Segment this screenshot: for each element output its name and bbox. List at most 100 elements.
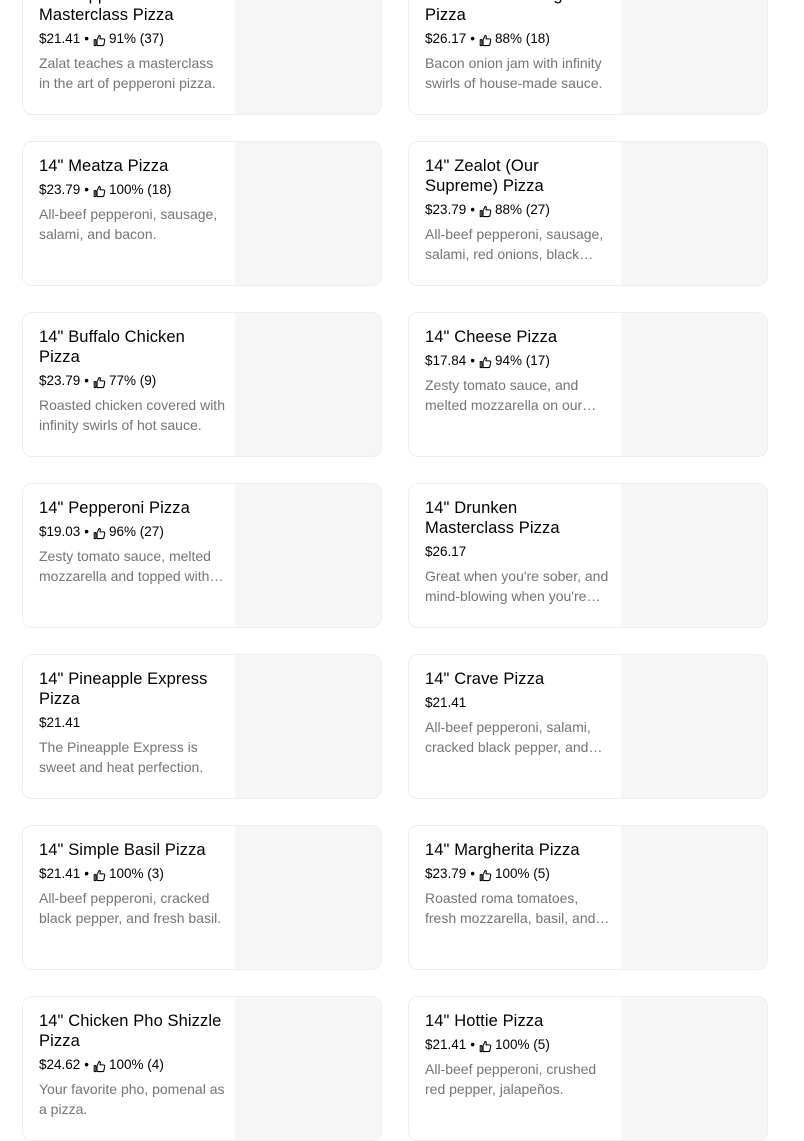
thumbs-up-icon <box>93 868 106 881</box>
menu-item-info: 14" Sweet Revenge Pizza $26.17• 88% (18) Ba… <box>425 0 611 93</box>
menu-item-rating: 100% (5) <box>495 1037 550 1052</box>
menu-item-image[interactable] <box>621 0 767 114</box>
menu-item-rating: 100% (5) <box>495 866 550 881</box>
menu-item-image[interactable] <box>235 484 381 627</box>
menu-item-card[interactable]: 14" Drunken Masterclass Pizza $26.17 Great… <box>408 483 768 628</box>
menu-item-price: $23.79 <box>39 373 81 388</box>
menu-item-info: 14" Zealot (Our Supreme) Pizza $23.79 • 88%… <box>425 156 611 264</box>
menu-item-rating: 100% (18) <box>109 182 172 197</box>
menu-item-rating: 88% (27) <box>495 202 550 217</box>
menu-item-price: $23.79 <box>425 866 467 881</box>
menu-item-price: $21.41 <box>39 715 81 730</box>
menu-item-rating: 100% (3) <box>109 866 164 881</box>
menu-item-description: Zesty tomato sauce, melted mozzarella an… <box>39 548 211 584</box>
menu-item-image[interactable] <box>621 655 767 798</box>
menu-item-image[interactable] <box>235 826 381 969</box>
menu-item-card[interactable]: 14" Sweet Revenge Pizza $26.17• 88% (18) Ba… <box>408 0 768 115</box>
thumbs-up-icon <box>93 375 106 388</box>
menu-item-info: 14" Pepperoni Pizza $19.03 • 96% (27) Zesty … <box>39 498 225 586</box>
menu-item-card[interactable]: 14" Pepperoni Masterclass Pizza $21.41• 91… <box>22 0 382 115</box>
menu-item-image[interactable] <box>621 313 767 456</box>
menu-item-meta: $23.79 • 100% (18) <box>39 180 225 200</box>
menu-item-price: $23.79 <box>39 182 81 197</box>
meta-separator: • <box>84 182 90 197</box>
menu-item-image[interactable] <box>621 142 767 285</box>
menu-item-image[interactable] <box>235 655 381 798</box>
menu-item-price: $19.03 <box>39 524 81 539</box>
meta-separator: • <box>470 202 476 217</box>
menu-item-price: $26.17 <box>425 544 467 559</box>
menu-item-price: $21.41 <box>39 866 81 881</box>
menu-item-meta: $19.03 • 96% (27) <box>39 522 225 542</box>
menu-item-description: Zesty tomato sauce, and melted mozzarell… <box>425 377 583 413</box>
meta-separator: • <box>84 524 90 539</box>
menu-item-price: $21.41 <box>425 1037 467 1052</box>
menu-item-info: 14" Cheese Pizza $17.84 • 94% (17) Zesty tom… <box>425 327 611 415</box>
menu-item-meta: $23.79 • 77% (9) <box>39 371 225 391</box>
menu-item-title: 14" Pepperoni Masterclass Pizza <box>39 0 174 24</box>
thumbs-up-icon <box>479 204 492 217</box>
menu-item-card[interactable]: 14" Margherita Pizza $23.79 • 100% (5) Roast… <box>408 825 768 970</box>
menu-item-description: All-beef pepperoni, crushed red pepper, … <box>425 1061 597 1097</box>
menu-item-title: 14" Cheese Pizza <box>425 328 558 346</box>
menu-item-price: $21.41 <box>39 31 81 46</box>
menu-item-card[interactable]: 14" Pepperoni Pizza $19.03 • 96% (27) Zesty … <box>22 483 382 628</box>
menu-item-card[interactable]: 14" Meatza Pizza $23.79 • 100% (18) All-beef… <box>22 141 382 286</box>
menu-item-card[interactable]: 14" Crave Pizza $21.41 All-beef pepperoni,… <box>408 654 768 799</box>
menu-item-rating: 91% (37) <box>109 31 164 46</box>
menu-item-title: 14" Simple Basil Pizza <box>39 841 206 859</box>
menu-item-info: 14" Pineapple Express Pizza $21.41 The Pin… <box>39 669 225 777</box>
menu-item-image[interactable] <box>621 484 767 627</box>
menu-item-card[interactable]: 14" Pineapple Express Pizza $21.41 The Pin… <box>22 654 382 799</box>
menu-item-image[interactable] <box>621 826 767 969</box>
menu-item-meta: $21.41 • 100% (5) <box>425 1035 611 1055</box>
menu-item-meta: $23.79 • 100% (5) <box>425 864 611 884</box>
menu-item-description: All-beef pepperoni, sausage, salami, and… <box>39 206 218 242</box>
menu-item-card[interactable]: 14" Chicken Pho Shizzle Pizza $24.62 • 100%… <box>22 996 382 1141</box>
thumbs-up-icon <box>93 526 106 539</box>
thumbs-up-icon <box>479 1039 492 1052</box>
menu-item-card[interactable]: 14" Simple Basil Pizza $21.41 • 100% (3) All… <box>22 825 382 970</box>
menu-item-meta: $17.84 • 94% (17) <box>425 351 611 371</box>
meta-separator: • <box>84 866 90 881</box>
menu-item-card[interactable]: 14" Hottie Pizza $21.41 • 100% (5) All-beef … <box>408 996 768 1141</box>
menu-item-rating: 77% (9) <box>109 373 157 388</box>
menu-item-title: 14" Zealot (Our Supreme) Pizza <box>425 157 544 195</box>
menu-item-info: 14" Drunken Masterclass Pizza $26.17 Great… <box>425 498 611 606</box>
thumbs-up-icon <box>479 868 492 881</box>
menu-item-rating: 94% (17) <box>495 353 550 368</box>
thumbs-up-icon <box>479 355 492 368</box>
menu-item-info: 14" Crave Pizza $21.41 All-beef pepperoni,… <box>425 669 611 757</box>
menu-item-image[interactable] <box>235 0 381 114</box>
meta-separator: • <box>470 353 476 368</box>
menu-item-meta: $26.17 <box>425 542 611 562</box>
menu-item-card[interactable]: 14" Zealot (Our Supreme) Pizza $23.79 • 88%… <box>408 141 768 286</box>
menu-item-rating: 100% (4) <box>109 1057 164 1072</box>
menu-item-title: 14" Sweet Revenge Pizza <box>425 0 572 24</box>
menu-item-meta: $23.79 • 88% (27) <box>425 200 611 220</box>
meta-separator: • <box>84 1057 90 1072</box>
thumbs-up-icon <box>93 1059 106 1072</box>
menu-item-title: 14" Pepperoni Pizza <box>39 499 190 517</box>
menu-item-image[interactable] <box>621 997 767 1140</box>
meta-separator: • <box>84 373 90 388</box>
menu-item-card[interactable]: 14" Cheese Pizza $17.84 • 94% (17) Zesty tom… <box>408 312 768 457</box>
menu-item-description: Your favorite pho, pomenal as a pizza. <box>39 1081 225 1117</box>
meta-separator: • <box>470 31 476 46</box>
menu-item-price: $21.41 <box>425 695 467 710</box>
menu-item-card[interactable]: 14" Buffalo Chicken Pizza $23.79 • 77% (9) R… <box>22 312 382 457</box>
menu-item-image[interactable] <box>235 142 381 285</box>
menu-item-description: The Pineapple Express is sweet and heat … <box>39 739 204 775</box>
menu-item-image[interactable] <box>235 997 381 1140</box>
menu-item-description: All-beef pepperoni, cracked black pepper… <box>39 890 222 926</box>
menu-item-info: 14" Margherita Pizza $23.79 • 100% (5) Roast… <box>425 840 611 928</box>
menu-item-price: $24.62 <box>39 1057 81 1072</box>
menu-item-price: $17.84 <box>425 353 467 368</box>
menu-item-meta: $21.41 <box>425 693 611 713</box>
menu-item-title: 14" Pineapple Express Pizza <box>39 670 208 708</box>
menu-item-meta: $21.41 • 100% (3) <box>39 864 225 884</box>
menu-item-title: 14" Chicken Pho Shizzle Pizza <box>39 1012 222 1050</box>
menu-item-image[interactable] <box>235 313 381 456</box>
menu-item-title: 14" Hottie Pizza <box>425 1012 544 1030</box>
menu-item-description: Roasted roma tomatoes, fresh mozzarella,… <box>425 890 596 926</box>
